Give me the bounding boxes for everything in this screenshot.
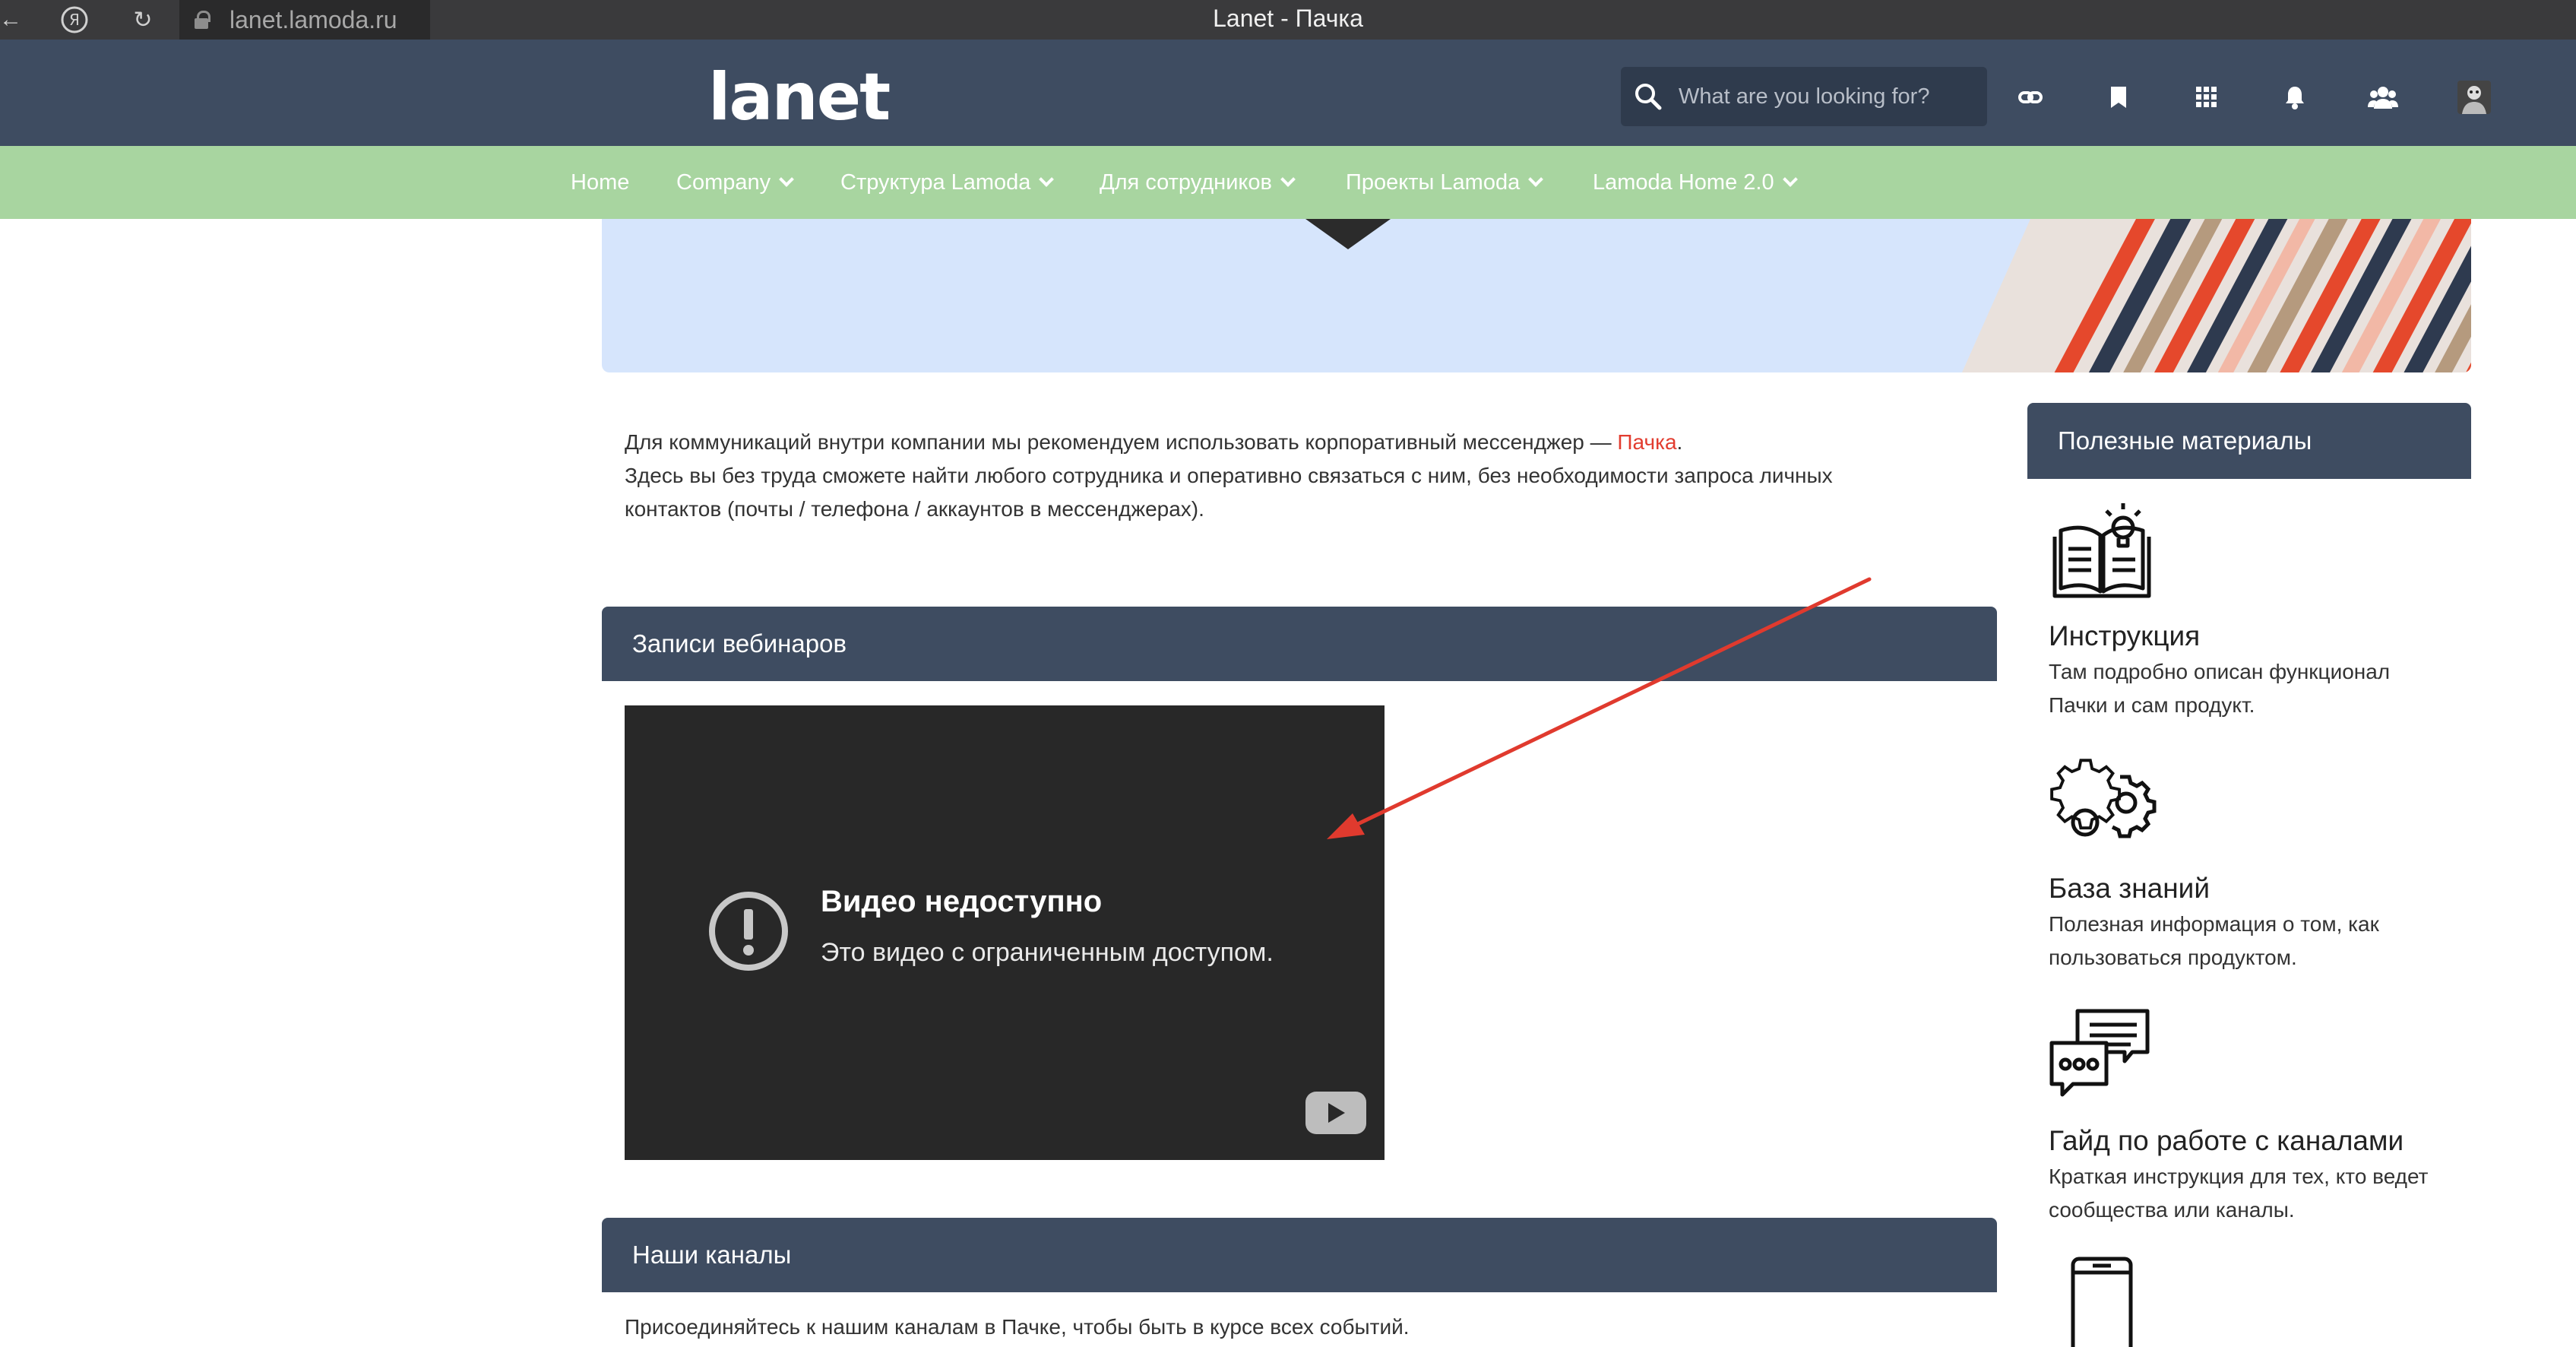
banner-stripes-image [1962,219,2471,372]
sidebar-item-desc: пользоваться продуктом. [2049,946,2297,969]
lock-icon [193,11,210,29]
channels-section-header: Наши каналы [602,1218,1997,1292]
nav-company-label: Company [676,170,771,195]
nav-lamoda-home[interactable]: Lamoda Home 2.0 [1593,146,1798,219]
book-lightbulb-icon[interactable] [2047,499,2157,608]
yandex-icon[interactable]: Я [58,3,91,36]
nav-structure-label: Структура Lamoda [840,170,1031,195]
video-unavailable-subtitle: Это видео с ограниченным доступом. [821,938,1274,967]
address-bar-url: lanet.lamoda.ru [229,5,397,33]
youtube-icon[interactable] [1305,1092,1366,1134]
site-header: lanet [0,40,2576,146]
webinars-section-header: Записи вебинаров [602,607,1997,681]
browser-toolbar: ← Я ↻ lanet.lamoda.ru Lanet - Пачка [0,0,2576,40]
warning-icon [709,892,788,971]
nav-employees-label: Для сотрудников [1100,170,1272,195]
intro-text: Для коммуникаций внутри компании мы реко… [625,430,1618,454]
chevron-down-icon [1039,172,1055,187]
user-avatar[interactable] [2457,81,2491,114]
people-group-icon[interactable] [2368,82,2398,113]
chat-bubbles-icon[interactable] [2047,1003,2157,1113]
search-icon [1635,84,1662,110]
video-player[interactable]: Видео недоступно Это видео с ограниченны… [625,705,1385,1160]
svg-text:Я: Я [69,11,80,29]
sidebar-item-desc: Полезная информация о том, как [2049,912,2379,936]
banner-pointer-shape [1305,219,1391,249]
sidebar-item-title-knowledge-base[interactable]: База знаний [2049,873,2210,905]
intro-line-3: контактов (почты / телефона / аккаунтов … [625,497,1204,521]
nav-home-label: Home [571,170,630,195]
smartphone-icon[interactable] [2047,1256,2157,1347]
nav-home[interactable]: Home [571,146,629,219]
chevron-down-icon [1782,172,1798,187]
nav-projects[interactable]: Проекты Lamoda [1346,146,1544,219]
chevron-down-icon [1528,172,1544,187]
apps-grid-icon[interactable] [2191,82,2222,113]
bell-icon[interactable] [2280,82,2310,113]
nav-structure[interactable]: Структура Lamoda [840,146,1055,219]
sidebar-item-title-channels-guide[interactable]: Гайд по работе с каналами [2049,1125,2404,1157]
chevron-down-icon [779,172,795,187]
bookmark-icon[interactable] [2103,82,2134,113]
nav-lamoda-home-label: Lamoda Home 2.0 [1593,170,1774,195]
address-bar[interactable]: lanet.lamoda.ru [179,0,430,40]
video-unavailable-title: Видео недоступно [821,885,1103,918]
nav-company[interactable]: Company [676,146,795,219]
lanet-logo[interactable]: lanet [708,59,891,135]
intro-period: . [1676,430,1683,454]
sidebar-item-desc: Там подробно описан функционал [2049,660,2391,683]
hero-banner [602,219,2471,372]
sidebar-item-desc: сообщества или каналы. [2049,1198,2295,1222]
nav-employees[interactable]: Для сотрудников [1100,146,1296,219]
search-input[interactable] [1679,84,1967,109]
main-nav: Home Company Структура Lamoda Для сотруд… [0,146,2576,219]
link-icon[interactable] [2015,82,2046,113]
reload-icon[interactable]: ↻ [126,3,160,36]
nav-projects-label: Проекты Lamoda [1346,170,1521,195]
channels-description: Присоединяйтесь к нашим каналам в Пачке,… [625,1315,1410,1339]
sidebar-item-desc: Пачки и сам продукт. [2049,693,2255,717]
sidebar-item-desc: Краткая инструкция для тех, кто ведет [2049,1165,2429,1188]
search-box[interactable] [1621,67,1987,126]
useful-materials-header: Полезные материалы [2027,403,2471,479]
sidebar-item-title-instruction[interactable]: Инструкция [2049,620,2200,652]
back-arrow-icon[interactable]: ← [0,3,27,36]
pachka-link[interactable]: Пачка [1617,430,1676,454]
gears-icon[interactable] [2047,751,2157,860]
intro-line-2: Здесь вы без труда сможете найти любого … [625,464,1833,487]
chevron-down-icon [1280,172,1296,187]
intro-line-1: Для коммуникаций внутри компании мы реко… [625,426,1682,459]
